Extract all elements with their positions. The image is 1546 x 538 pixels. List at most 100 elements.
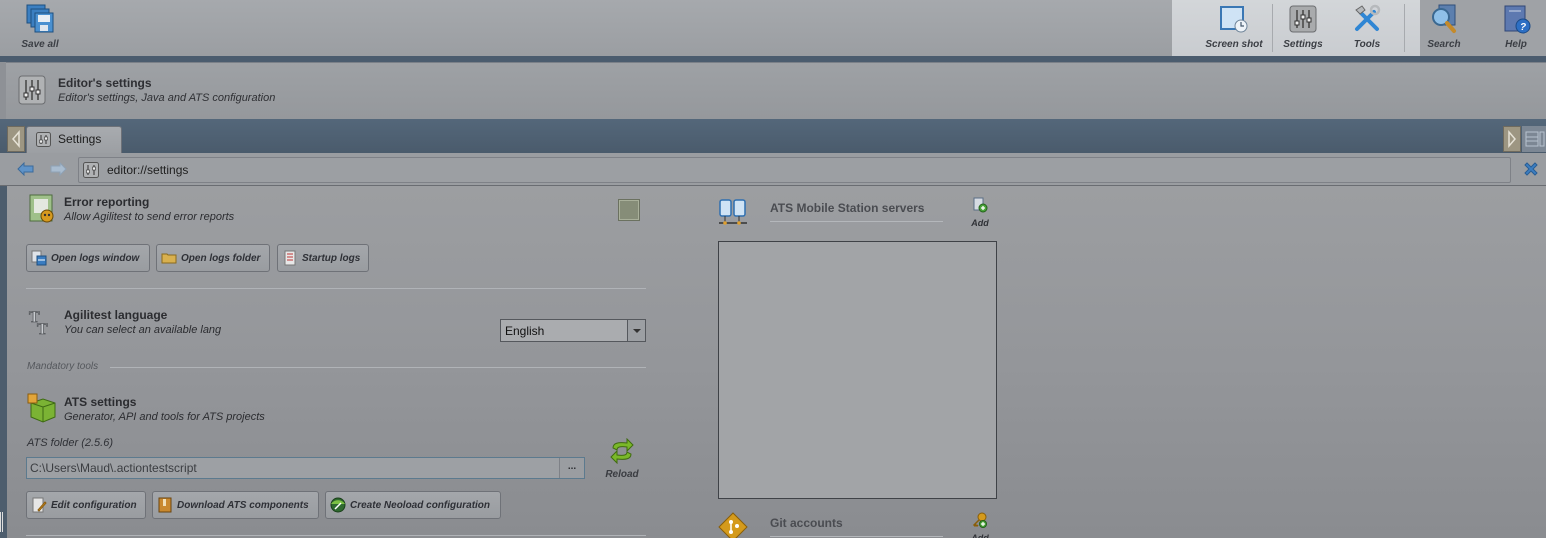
settings-sliders-icon [1289, 5, 1317, 33]
close-icon[interactable] [1522, 160, 1540, 178]
save-all-icon [26, 4, 54, 33]
settings-sliders-icon [36, 132, 51, 147]
tab-label: Settings [58, 132, 102, 146]
search-icon [1432, 4, 1456, 33]
chevron-right-icon [1508, 129, 1516, 149]
download-ats-components-label: Download ATS components [177, 499, 309, 511]
reload-label: Reload [605, 469, 639, 480]
back-arrow-icon[interactable] [17, 162, 34, 176]
settings-button[interactable]: Settings [1276, 0, 1330, 56]
settings-label: Settings [1283, 39, 1323, 50]
error-report-bug-icon [29, 194, 54, 223]
title-underline [770, 536, 943, 537]
page-header: Editor's settings Editor's settings, Jav… [6, 62, 1546, 119]
search-button[interactable]: Search [1418, 0, 1470, 56]
reload-arrows-icon [610, 438, 634, 464]
settings-sliders-icon [18, 75, 46, 105]
chevron-down-icon[interactable] [627, 320, 645, 341]
mobile-servers-icon [719, 199, 747, 225]
ats-cube-icon [27, 393, 56, 423]
language-selected-value: English [505, 324, 545, 338]
tab-scroll-left-button[interactable] [7, 126, 25, 152]
add-mobile-server-button[interactable]: Add [968, 197, 992, 228]
edit-configuration-label: Edit configuration [51, 499, 137, 511]
help-book-icon: ? [1504, 5, 1531, 34]
chevron-left-icon [12, 129, 20, 149]
screenshot-button[interactable]: Screen shot [1200, 0, 1268, 56]
startup-logs-button[interactable]: Startup logs [277, 244, 369, 272]
error-reporting-title: Error reporting [64, 195, 150, 209]
add-git-account-button[interactable]: Add [968, 512, 992, 538]
error-reporting-checkbox[interactable] [618, 199, 640, 221]
tab-scroll-right-button[interactable] [1503, 126, 1521, 152]
url-text: editor://settings [107, 163, 189, 177]
download-ats-components-button[interactable]: Download ATS components [152, 491, 319, 519]
open-logs-window-label: Open logs window [51, 252, 140, 264]
title-underline [770, 221, 943, 222]
page-title: Editor's settings [58, 76, 152, 90]
tab-bar [0, 119, 1546, 153]
ats-folder-label: ATS folder (2.5.6) [27, 437, 113, 449]
section-divider [26, 288, 646, 289]
mobile-servers-title: ATS Mobile Station servers [770, 201, 925, 215]
svg-text:T: T [37, 321, 48, 336]
screenshot-label: Screen shot [1205, 39, 1263, 50]
add-label: Add [971, 533, 989, 538]
logs-window-icon [31, 250, 47, 266]
add-key-icon [972, 512, 987, 528]
language-select[interactable]: English [500, 319, 646, 342]
help-button[interactable]: ? Help [1490, 0, 1542, 56]
left-edge [0, 186, 7, 538]
neoload-icon [330, 497, 346, 513]
language-subtitle: You can select an available lang [64, 324, 222, 336]
resize-handle[interactable] [0, 512, 3, 532]
log-file-icon [284, 250, 296, 266]
mobile-servers-list[interactable] [718, 241, 997, 499]
git-icon [718, 512, 748, 538]
tools-label: Tools [1353, 39, 1381, 50]
url-field[interactable]: editor://settings [78, 157, 1511, 183]
ats-folder-input[interactable]: C:\Users\Maud\.actiontestscript ... [26, 457, 585, 479]
create-neoload-configuration-button[interactable]: Create Neoload configuration [325, 491, 501, 519]
tools-button[interactable]: Tools [1340, 0, 1394, 56]
open-logs-folder-label: Open logs folder [181, 252, 261, 264]
settings-sliders-icon [83, 162, 99, 178]
tools-icon [1355, 4, 1381, 31]
startup-logs-label: Startup logs [302, 252, 361, 264]
svg-text:?: ? [1520, 22, 1526, 33]
git-accounts-title: Git accounts [770, 516, 843, 530]
add-document-icon [973, 197, 988, 213]
create-neoload-configuration-label: Create Neoload configuration [350, 499, 491, 511]
ats-settings-title: ATS settings [64, 395, 137, 409]
group-divider [110, 367, 646, 368]
tab-list-menu-button[interactable] [1522, 126, 1546, 152]
language-title: Agilitest language [64, 308, 168, 322]
folder-icon [161, 253, 177, 264]
mandatory-tools-label: Mandatory tools [27, 361, 99, 372]
toolbar-separator [1272, 4, 1273, 52]
reload-button[interactable]: Reload [602, 438, 642, 484]
toolbar-separator [1404, 4, 1405, 52]
page-subtitle: Editor's settings, Java and ATS configur… [58, 92, 276, 104]
save-all-label: Save all [21, 39, 59, 50]
help-label: Help [1505, 39, 1527, 50]
list-icon [1525, 131, 1545, 147]
save-all-button[interactable]: Save all [10, 0, 70, 56]
browse-folder-button[interactable]: ... [559, 458, 584, 478]
open-logs-folder-button[interactable]: Open logs folder [156, 244, 270, 272]
section-divider [26, 535, 646, 536]
main-toolbar: Save all Screen shot Settings Tools Sear… [0, 0, 1546, 56]
screenshot-icon [1220, 6, 1248, 33]
ats-folder-value: C:\Users\Maud\.actiontestscript [30, 461, 197, 475]
open-logs-window-button[interactable]: Open logs window [26, 244, 150, 272]
ats-settings-subtitle: Generator, API and tools for ATS project… [64, 411, 265, 423]
font-icon: T T [29, 309, 49, 336]
forward-arrow-icon[interactable] [50, 162, 67, 176]
edit-configuration-button[interactable]: Edit configuration [26, 491, 146, 519]
edit-file-icon [32, 497, 47, 513]
search-label: Search [1427, 39, 1461, 50]
archive-icon [158, 497, 172, 513]
add-label: Add [971, 218, 989, 228]
error-reporting-subtitle: Allow Agilitest to send error reports [64, 211, 235, 223]
tab-settings[interactable]: Settings [26, 126, 122, 153]
